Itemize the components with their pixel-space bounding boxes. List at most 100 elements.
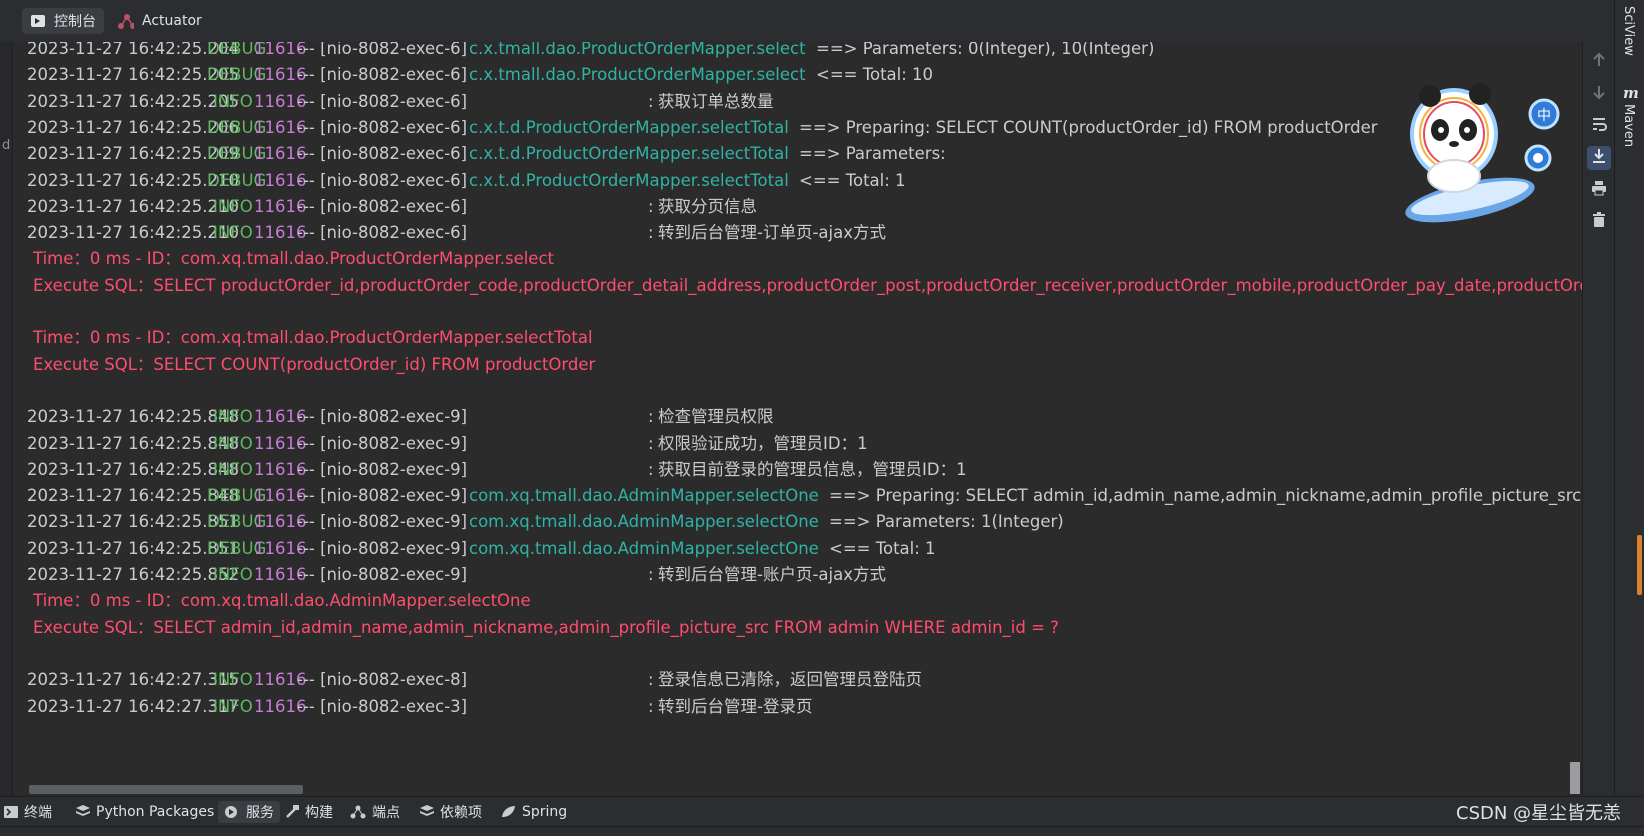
log-message: 获取订单总数量 [658, 91, 774, 111]
bottom-tab-dependencies[interactable]: 依赖项 [420, 801, 482, 823]
horizontal-scrollbar[interactable] [29, 785, 303, 794]
sql-log-text: Execute SQL：SELECT COUNT(productOrder_id… [33, 354, 596, 374]
log-thread: --- [nio-8082-exec-6] [297, 144, 468, 164]
bottom-tab-label: 终端 [24, 805, 52, 821]
bottom-tab-python-packages[interactable]: Python Packages [76, 801, 214, 823]
scroll-to-end-button[interactable] [1587, 146, 1611, 170]
bottom-tab-spring[interactable]: Spring [500, 801, 567, 823]
scroll-to-end-icon [1591, 148, 1607, 168]
scroll-up-button[interactable] [1587, 50, 1611, 74]
log-logger-link[interactable]: c.x.tmall.dao.ProductOrderMapper.select [469, 62, 806, 88]
svg-text:中: 中 [1537, 108, 1551, 124]
console-output[interactable]: 2023-11-27 16:42:25.204 DEBUG 11616 --- [ni… [13, 42, 1582, 796]
bottom-tab-label: 端点 [372, 805, 400, 821]
console-icon [30, 13, 46, 29]
spring-icon [500, 805, 516, 819]
log-message: 转到后台管理-账户页-ajax方式 [658, 565, 886, 584]
maven-label: Maven [1621, 104, 1636, 148]
log-thread: --- [nio-8082-exec-6] [297, 223, 468, 243]
log-separator: : [648, 459, 654, 479]
log-logger-link[interactable]: c.x.t.d.ProductOrderMapper.selectTotal [469, 141, 789, 167]
log-timestamp: 2023-11-27 16:42:25.848 [27, 459, 239, 479]
dependencies-icon [420, 805, 434, 819]
tab-actuator[interactable]: Actuator [118, 8, 202, 34]
log-thread: --- [nio-8082-exec-6] [297, 117, 468, 137]
tab-console[interactable]: 控制台 [22, 8, 104, 34]
terminal-icon [4, 805, 18, 819]
left-gutter: d [0, 42, 13, 796]
sql-log-text: Execute SQL：SELECT productOrder_id,produ… [33, 275, 1582, 295]
maven-button[interactable]: Maven [1621, 104, 1636, 147]
log-thread: --- [nio-8082-exec-6] [297, 196, 468, 216]
sciview-button[interactable]: SciView [1621, 6, 1636, 56]
log-thread: --- [nio-8082-exec-9] [297, 459, 468, 479]
log-thread: --- [nio-8082-exec-9] [297, 538, 468, 558]
log-message: 获取分页信息 [658, 196, 757, 216]
log-logger-link[interactable]: c.x.t.d.ProductOrderMapper.selectTotal [469, 168, 789, 194]
log-separator: : [648, 565, 654, 584]
soft-wrap-button[interactable] [1587, 114, 1611, 138]
bottom-tab-endpoints[interactable]: 端点 [350, 801, 400, 823]
log-separator: : [648, 696, 654, 716]
arrow-up-icon [1592, 52, 1606, 72]
log-logger-link[interactable]: c.x.tmall.dao.ProductOrderMapper.select [469, 42, 806, 62]
print-icon [1591, 180, 1607, 200]
bottom-tab-label: Spring [522, 804, 568, 820]
log-thread: --- [nio-8082-exec-9] [297, 486, 468, 506]
log-message: ==> Parameters: [799, 144, 946, 164]
log-timestamp: 2023-11-27 16:42:27.317 [27, 696, 239, 716]
log-level: INFO [213, 565, 253, 584]
log-message: 权限验证成功，管理员ID：1 [658, 433, 868, 453]
trash-icon [1592, 212, 1606, 232]
bottom-tab-build[interactable]: 构建 [285, 801, 333, 823]
log-timestamp: 2023-11-27 16:42:27.315 [27, 670, 239, 690]
log-timestamp: 2023-11-27 16:42:25.210 [27, 196, 239, 216]
bottom-tab-label: 依赖项 [440, 805, 482, 821]
log-timestamp: 2023-11-27 16:42:25.205 [27, 91, 239, 111]
log-message: ==> Preparing: SELECT admin_id,admin_nam… [829, 486, 1582, 506]
services-icon [224, 805, 240, 819]
arrow-down-icon [1592, 84, 1606, 104]
log-message: ==> Parameters: 1(Integer) [829, 512, 1064, 532]
bottom-tab-terminal[interactable]: 终端 [4, 801, 52, 823]
bottom-tab-services[interactable]: 服务 [218, 801, 280, 823]
python-packages-icon [76, 805, 90, 819]
log-separator: : [648, 223, 654, 243]
log-logger-link[interactable]: com.xq.tmall.dao.AdminMapper.selectOne [469, 509, 819, 535]
log-level: INFO [213, 407, 253, 427]
log-message: 检查管理员权限 [658, 407, 774, 427]
log-logger-link[interactable]: com.xq.tmall.dao.AdminMapper.selectOne [469, 536, 819, 562]
log-logger-link[interactable]: com.xq.tmall.dao.AdminMapper.selectOne [469, 483, 819, 509]
scroll-down-button[interactable] [1587, 82, 1611, 106]
log-thread: --- [nio-8082-exec-8] [297, 670, 468, 690]
bottom-tab-label: 构建 [305, 805, 333, 821]
right-tool-window-strip: SciView m Maven [1614, 0, 1644, 835]
sql-log-text: Execute SQL：SELECT admin_id,admin_name,a… [33, 617, 1059, 637]
log-thread: --- [nio-8082-exec-9] [297, 512, 468, 532]
print-button[interactable] [1587, 178, 1611, 202]
log-message: 转到后台管理-登录页 [658, 696, 813, 716]
log-thread: --- [nio-8082-exec-6] [297, 42, 468, 58]
log-message: <== Total: 10 [816, 65, 934, 85]
bottom-tab-label: 服务 [246, 805, 274, 821]
clear-all-button[interactable] [1587, 210, 1611, 234]
log-thread: --- [nio-8082-exec-9] [297, 565, 468, 584]
log-level: INFO [213, 459, 253, 479]
vertical-scrollbar[interactable] [1570, 762, 1580, 794]
scroll-position-marker [1637, 535, 1642, 595]
tab-actuator-label: Actuator [142, 13, 202, 29]
log-separator: : [648, 407, 654, 427]
log-level: INFO [213, 196, 253, 216]
log-thread: --- [nio-8082-exec-6] [297, 65, 468, 85]
bottom-tool-window-bar: 终端 Python Packages 服务 构建 端点 依赖项 Spring [0, 796, 1644, 827]
log-logger-link[interactable]: c.x.t.d.ProductOrderMapper.selectTotal [469, 115, 789, 141]
sciview-label: SciView [1621, 6, 1636, 56]
log-level: INFO [213, 91, 253, 111]
log-separator: : [648, 91, 654, 111]
log-thread: --- [nio-8082-exec-9] [297, 407, 468, 427]
maven-icon: m [1623, 84, 1639, 102]
console-tab-bar: 控制台 Actuator [0, 0, 1614, 43]
log-message: 转到后台管理-订单页-ajax方式 [658, 223, 886, 243]
bottom-tab-label: Python Packages [96, 804, 215, 820]
log-message: 获取目前登录的管理员信息，管理员ID：1 [658, 459, 967, 479]
